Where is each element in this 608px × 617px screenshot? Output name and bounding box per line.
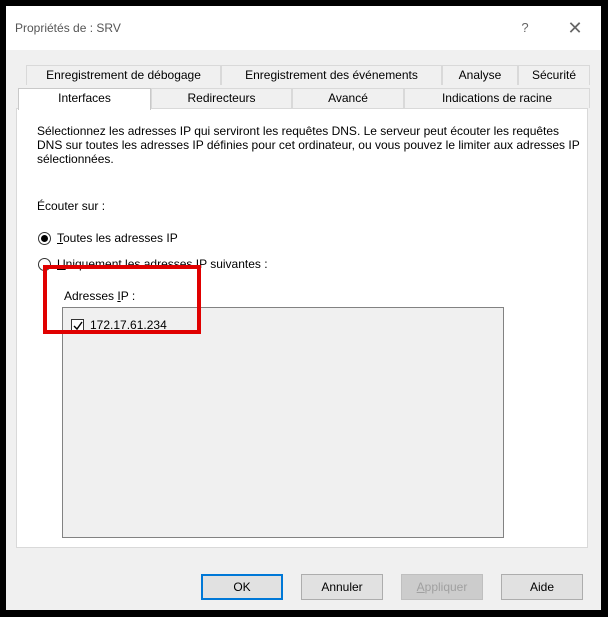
ip-address-list[interactable]: 172.17.61.234: [62, 307, 504, 538]
list-item[interactable]: 172.17.61.234: [71, 318, 167, 332]
tab-event-logging[interactable]: Enregistrement des événements: [221, 65, 442, 85]
window-title: Propriétés de : SRV: [15, 21, 121, 35]
radio-specific-addresses[interactable]: Uniquement les adresses IP suivantes :: [38, 257, 268, 271]
radio-specific-button[interactable]: [38, 257, 51, 271]
tab-interfaces[interactable]: Interfaces: [18, 88, 151, 110]
tab-row-bottom: Interfaces Redirecteurs Avancé Indicatio…: [6, 87, 601, 110]
listen-on-label: Écouter sur :: [37, 199, 106, 213]
ok-button[interactable]: OK: [201, 574, 283, 600]
cancel-button[interactable]: Annuler: [301, 574, 383, 600]
tab-debug-logging[interactable]: Enregistrement de débogage: [26, 65, 221, 85]
properties-dialog: Propriétés de : SRV ? ✕ Enregistrement d…: [6, 6, 601, 610]
close-icon[interactable]: ✕: [561, 16, 589, 40]
tab-monitoring[interactable]: Analyse: [442, 65, 518, 85]
tab-forwarders[interactable]: Redirecteurs: [151, 88, 292, 108]
checkmark-icon: [73, 321, 83, 330]
radio-specific-label: Uniquement les adresses IP suivantes :: [57, 257, 268, 271]
apply-button[interactable]: Appliquer: [401, 574, 483, 600]
help-button[interactable]: Aide: [501, 574, 583, 600]
ip-checkbox[interactable]: [71, 318, 84, 332]
tab-row-top: Enregistrement de débogage Enregistremen…: [6, 65, 601, 86]
tab-root-hints[interactable]: Indications de racine: [404, 88, 590, 108]
ip-addresses-label: Adresses IP :: [64, 289, 136, 303]
dialog-buttons: OK Annuler Appliquer Aide: [6, 574, 601, 600]
help-icon[interactable]: ?: [514, 18, 536, 38]
tab-security[interactable]: Sécurité: [518, 65, 590, 85]
radio-all-label: Toutes les adresses IP: [57, 231, 178, 245]
title-bar: Propriétés de : SRV ? ✕: [6, 6, 601, 50]
radio-all-button[interactable]: [38, 231, 51, 245]
interfaces-panel: Sélectionnez les adresses IP qui serviro…: [16, 108, 588, 548]
ip-address-text: 172.17.61.234: [90, 318, 167, 332]
interfaces-description: Sélectionnez les adresses IP qui serviro…: [37, 124, 580, 166]
tab-advanced[interactable]: Avancé: [292, 88, 404, 108]
radio-all-addresses[interactable]: Toutes les adresses IP: [38, 231, 178, 245]
